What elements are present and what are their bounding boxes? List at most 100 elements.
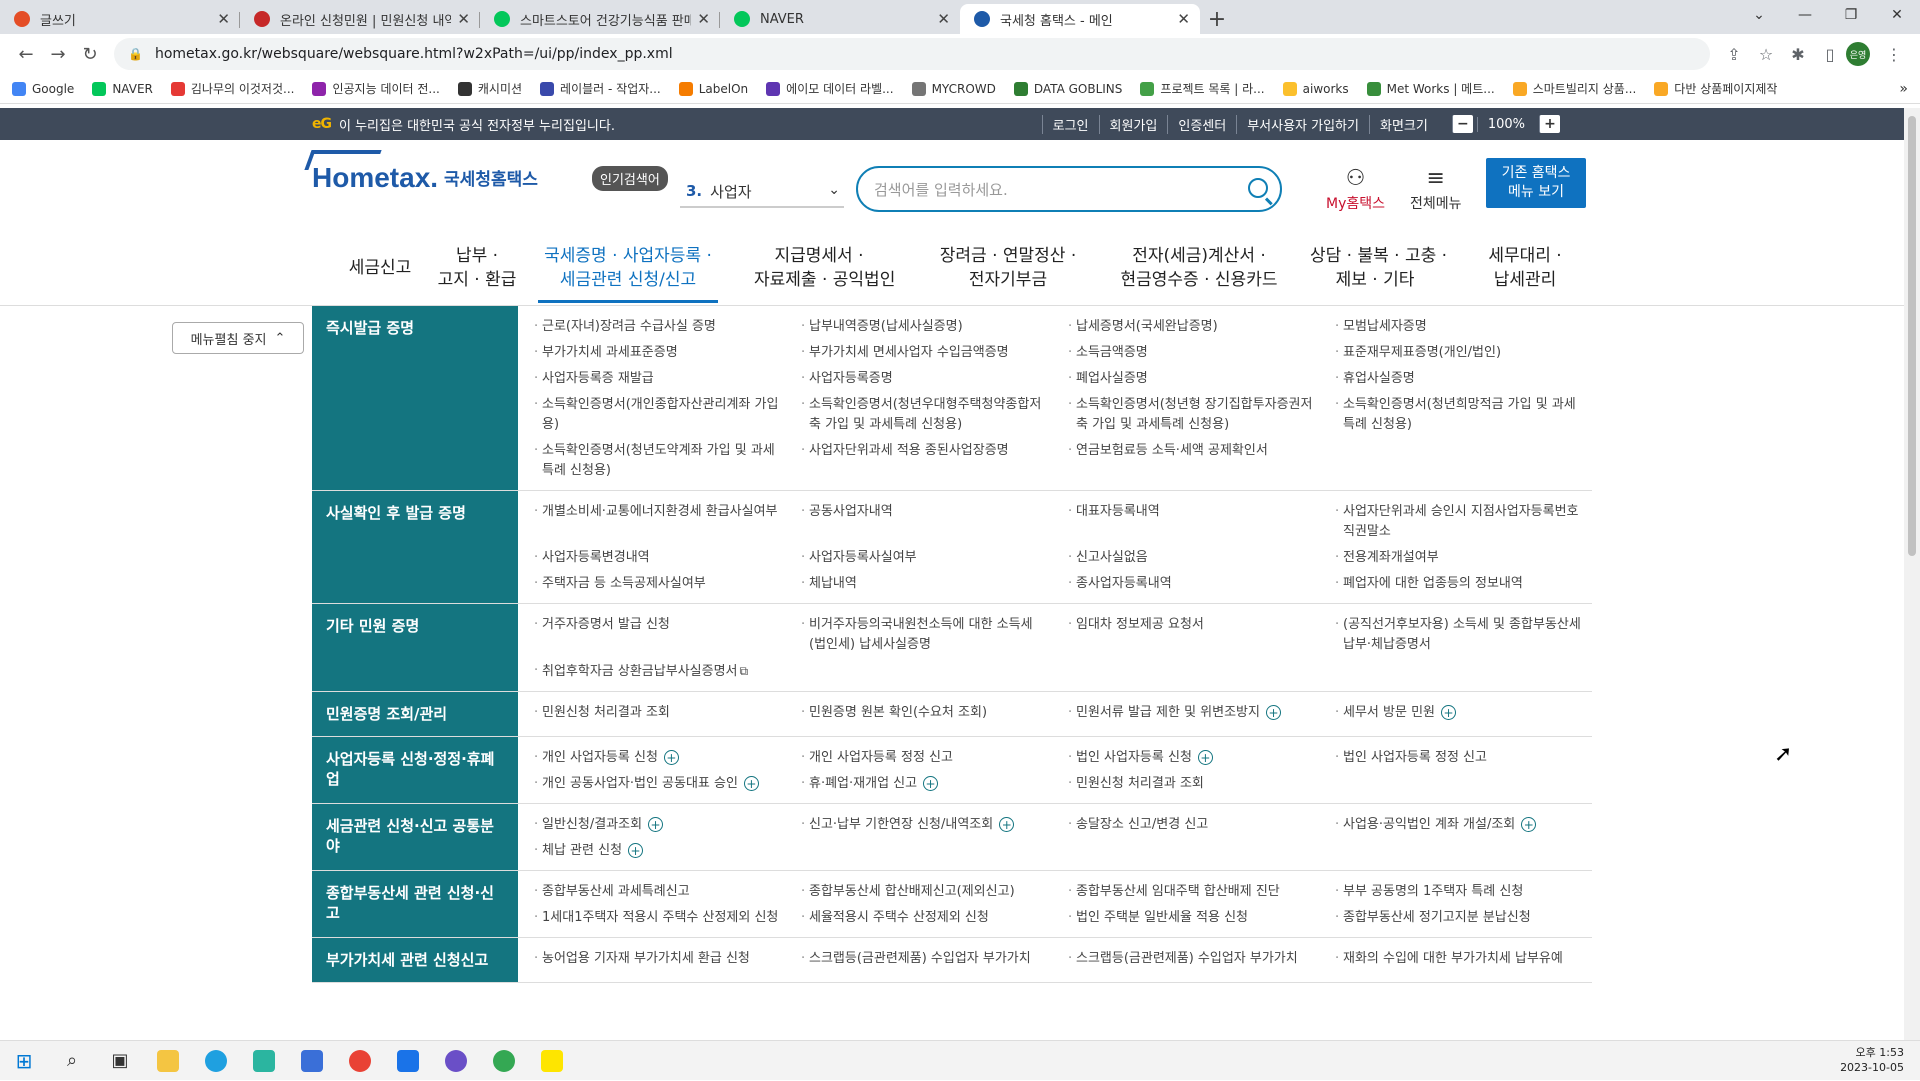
submenu-link[interactable]: 폐업자에 대한 업종등의 정보내역 bbox=[1335, 571, 1582, 597]
all-menu-button[interactable]: ≡ 전체메뉴 bbox=[1410, 166, 1462, 213]
submenu-link[interactable]: 부가가치세 과세표준증명 bbox=[534, 340, 781, 366]
zoom-out-button[interactable]: − bbox=[1451, 115, 1473, 133]
browser-tab[interactable]: 국세청 홈택스 - 메인 ✕ bbox=[960, 4, 1200, 34]
more-bookmarks-icon[interactable]: » bbox=[1899, 81, 1908, 97]
submenu-link[interactable]: 민원신청 처리결과 조회 bbox=[534, 700, 781, 730]
submenu-link[interactable]: 세율적용시 주택수 산정제외 신청 bbox=[801, 905, 1048, 931]
gnb-menu-item[interactable]: 납부 · 고지 · 환급 bbox=[422, 244, 532, 292]
submenu-link[interactable]: 소득확인증명서(개인종합자산관리계좌 가입용) bbox=[534, 392, 781, 438]
browser-tab[interactable]: 스마트스토어 건강기능식품 판매 ✕ bbox=[480, 4, 720, 34]
submenu-link[interactable]: 대표자등록내역 bbox=[1068, 499, 1315, 545]
plus-circle-icon[interactable]: + bbox=[1265, 705, 1281, 720]
page-scrollbar[interactable] bbox=[1904, 108, 1920, 1040]
submenu-link[interactable]: 사업자단위과세 적용 종된사업장증명 bbox=[801, 438, 1048, 484]
profile-avatar[interactable]: 은영 bbox=[1846, 42, 1870, 66]
gnb-menu-item[interactable]: 세금신고 bbox=[330, 256, 430, 280]
submenu-link[interactable]: 사업자단위과세 승인시 지점사업자등록번호 직권말소 bbox=[1335, 499, 1582, 545]
submenu-link[interactable]: 법인 사업자등록 정정 신고 bbox=[1335, 745, 1582, 771]
plus-circle-icon[interactable]: + bbox=[663, 750, 679, 765]
edge-icon[interactable] bbox=[192, 1041, 240, 1081]
app-icon-1[interactable] bbox=[240, 1041, 288, 1081]
task-view-icon[interactable]: ▣ bbox=[96, 1041, 144, 1081]
bookmark-item[interactable]: DATA GOBLINS bbox=[1013, 81, 1122, 96]
bookmark-item[interactable]: MYCROWD bbox=[911, 81, 996, 96]
new-tab-button[interactable]: + bbox=[1200, 4, 1234, 34]
gov-link[interactable]: 부서사용자 가입하기 bbox=[1236, 114, 1369, 134]
plus-circle-icon[interactable]: + bbox=[1441, 705, 1456, 720]
submenu-link[interactable]: 사업자등록사실여부 bbox=[801, 545, 1048, 571]
submenu-link[interactable]: 사업자등록변경내역 bbox=[534, 545, 781, 571]
hometax-logo[interactable]: Hometax. 국세청홈택스 bbox=[304, 150, 538, 194]
submenu-link[interactable]: 민원신청 처리결과 조회 bbox=[1068, 771, 1315, 797]
browser-tab[interactable]: NAVER ✕ bbox=[720, 4, 960, 34]
bookmark-item[interactable]: NAVER bbox=[92, 81, 153, 96]
submenu-link[interactable]: 전용계좌개설여부 bbox=[1335, 545, 1582, 571]
bookmark-item[interactable]: 프로젝트 목록 | 라... bbox=[1140, 80, 1265, 97]
bookmark-star-icon[interactable]: ☆ bbox=[1750, 45, 1782, 64]
submenu-link[interactable]: 재화의 수입에 대한 부가가치세 납부유예 bbox=[1335, 946, 1582, 976]
tab-close-icon[interactable]: ✕ bbox=[217, 10, 230, 28]
search-input[interactable]: 검색어를 입력하세요. bbox=[856, 166, 1282, 212]
submenu-link[interactable]: 송달장소 신고/변경 신고 bbox=[1068, 812, 1315, 838]
popular-search-select[interactable]: 3. 사업자 ⌄ bbox=[680, 176, 844, 208]
submenu-link[interactable]: 사업자등록증 재발급 bbox=[534, 366, 781, 392]
url-field[interactable]: 🔒 hometax.go.kr/websquare/websquare.html… bbox=[114, 38, 1710, 70]
gnb-menu-item[interactable]: 지급명세서 · 자료제출 · 공익법인 bbox=[754, 244, 895, 292]
kakaotalk-icon[interactable] bbox=[528, 1041, 576, 1081]
extensions-icon[interactable]: ✱ bbox=[1782, 45, 1814, 64]
gov-link[interactable]: 인증센터 bbox=[1167, 114, 1236, 134]
submenu-link[interactable]: 납세증명서(국세완납증명) bbox=[1068, 314, 1315, 340]
submenu-link[interactable]: 사업용·공익법인 계좌 개설/조회+ bbox=[1335, 812, 1582, 838]
submenu-link[interactable]: 종합부동산세 임대주택 합산배제 진단 bbox=[1068, 879, 1315, 905]
system-clock[interactable]: 오후 1:53 2023-10-05 bbox=[1840, 1045, 1904, 1075]
submenu-link[interactable]: 세무서 방문 민원+ bbox=[1335, 700, 1582, 730]
submenu-link[interactable]: 신고·납부 기한연장 신청/내역조회+ bbox=[801, 812, 1048, 838]
submenu-link[interactable]: 소득확인증명서(청년도약계좌 가입 및 과세특례 신청용) bbox=[534, 438, 781, 484]
sidepanel-icon[interactable]: ▯ bbox=[1814, 45, 1846, 64]
submenu-link[interactable]: 개인 공동사업자·법인 공동대표 승인+ bbox=[534, 771, 781, 797]
submenu-link[interactable]: 폐업사실증명 bbox=[1068, 366, 1315, 392]
submenu-link[interactable]: 소득확인증명서(청년형 장기집합투자증권저축 가입 및 과세특례 신청용) bbox=[1068, 392, 1315, 438]
bookmark-item[interactable]: Google bbox=[12, 81, 74, 96]
bookmark-item[interactable]: 스마트빌리지 상품... bbox=[1512, 80, 1636, 97]
submenu-link[interactable]: 종합부동산세 정기고지분 분납신청 bbox=[1335, 905, 1582, 931]
browser-menu-icon[interactable]: ⋮ bbox=[1878, 45, 1910, 64]
gnb-menu-item[interactable]: 세무대리 · 납세관리 bbox=[1470, 244, 1580, 292]
gnb-menu-item[interactable]: 장려금 · 연말정산 · 전자기부금 bbox=[928, 244, 1088, 292]
plus-circle-icon[interactable]: + bbox=[628, 843, 644, 858]
browser-tab[interactable]: 글쓰기 ✕ bbox=[0, 4, 240, 34]
submenu-link[interactable]: 스크랩등(금관련제품) 수입업자 부가가치 bbox=[801, 946, 1048, 976]
submenu-link[interactable]: 법인 사업자등록 신청+ bbox=[1068, 745, 1315, 771]
submenu-link[interactable]: 거주자증명서 발급 신청 bbox=[534, 612, 781, 658]
submenu-link[interactable]: 공동사업자내역 bbox=[801, 499, 1048, 545]
mytax-button[interactable]: ⚇ My홈택스 bbox=[1326, 166, 1385, 213]
submenu-link[interactable]: 민원서류 발급 제한 및 위변조방지+ bbox=[1068, 700, 1315, 730]
search-icon[interactable] bbox=[1248, 178, 1268, 198]
submenu-link[interactable]: 소득확인증명서(청년우대형주택청약종합저축 가입 및 과세특례 신청용) bbox=[801, 392, 1048, 438]
plus-circle-icon[interactable]: + bbox=[1521, 817, 1537, 832]
gov-link[interactable]: 로그인 bbox=[1041, 114, 1099, 134]
back-icon[interactable]: ← bbox=[10, 44, 42, 65]
submenu-link[interactable]: 종합부동산세 합산배제신고(제외신고) bbox=[801, 879, 1048, 905]
submenu-link[interactable]: (공직선거후보자용) 소득세 및 종합부동산세 납부·체납증명서 bbox=[1335, 612, 1582, 658]
tab-close-icon[interactable]: ✕ bbox=[1177, 10, 1190, 28]
submenu-link[interactable]: 표준재무제표증명(개인/법인) bbox=[1335, 340, 1582, 366]
submenu-link[interactable]: 일반신청/결과조회+ bbox=[534, 812, 781, 838]
search-taskbar-icon[interactable]: ⌕ bbox=[48, 1041, 96, 1081]
submenu-link[interactable]: 소득확인증명서(청년희망적금 가입 및 과세특례 신청용) bbox=[1335, 392, 1582, 438]
submenu-link[interactable]: 종사업자등록내역 bbox=[1068, 571, 1315, 597]
tab-search-icon[interactable]: ⌄ bbox=[1736, 0, 1782, 30]
close-window-button[interactable]: ✕ bbox=[1874, 0, 1920, 30]
submenu-link[interactable]: 민원증명 원본 확인(수요처 조회) bbox=[801, 700, 1048, 730]
chrome-icon[interactable] bbox=[336, 1041, 384, 1081]
plus-circle-icon[interactable]: + bbox=[999, 817, 1015, 832]
tab-close-icon[interactable]: ✕ bbox=[457, 10, 470, 28]
gnb-menu-item[interactable]: 국세증명 · 사업자등록 · 세금관련 신청/신고 bbox=[538, 244, 718, 303]
bookmark-item[interactable]: 인공지능 데이터 전... bbox=[312, 80, 440, 97]
gov-link[interactable]: 화면크기 bbox=[1368, 114, 1438, 134]
tab-close-icon[interactable]: ✕ bbox=[697, 10, 710, 28]
app-icon-3[interactable] bbox=[432, 1041, 480, 1081]
chrome-active-icon[interactable] bbox=[480, 1041, 528, 1081]
submenu-link[interactable]: 개별소비세·교통에너지환경세 환급사실여부 bbox=[534, 499, 781, 545]
app-icon-2[interactable] bbox=[384, 1041, 432, 1081]
